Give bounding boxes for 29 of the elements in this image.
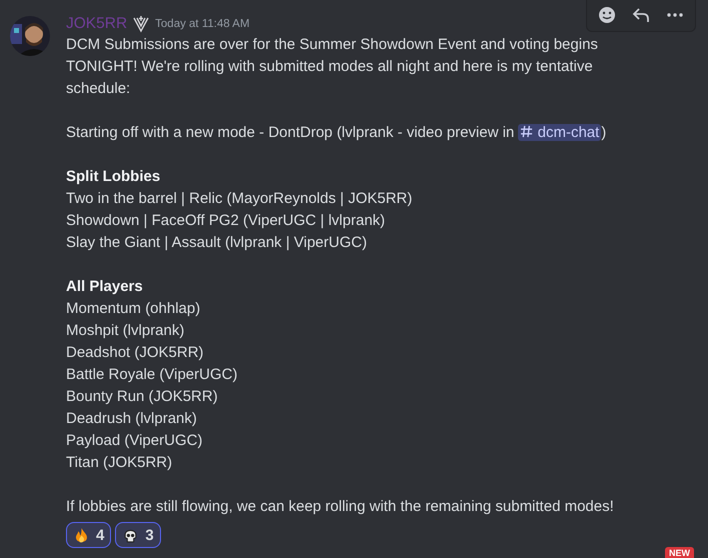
chevron-badge-icon xyxy=(133,15,150,33)
message-text: Two in the barrel | Relic (MayorReynolds | JOK5RR) xyxy=(66,189,414,209)
message-text: TONIGHT! We're rolling with submitted modes all night and here is my tentative xyxy=(66,57,594,77)
message-text: Momentum (ohhlap) xyxy=(66,299,202,319)
message-text: Moshpit (lvlprank) xyxy=(66,321,186,341)
message-text: Starting off with a new mode - DontDrop (lvlprank - video preview in xyxy=(66,124,514,141)
reaction-button[interactable]: 4 xyxy=(66,522,112,548)
message-text: Deadrush (lvlprank) xyxy=(66,409,198,429)
section-heading: Split Lobbies xyxy=(66,167,162,187)
reaction-button[interactable]: 3 xyxy=(115,522,161,548)
fire-icon xyxy=(73,526,90,544)
hash-icon xyxy=(520,125,534,138)
smiley-icon[interactable] xyxy=(597,5,617,25)
new-badge: NEW xyxy=(665,547,694,558)
message-text: Payload (ViperUGC) xyxy=(66,431,204,451)
avatar-icon[interactable] xyxy=(10,16,50,56)
message-text: ) xyxy=(601,124,606,141)
message-text: Battle Royale (ViperUGC) xyxy=(66,365,238,385)
message-text: schedule: xyxy=(66,79,132,99)
message-text: DCM Submissions are over for the Summer Showdown Event and voting begins xyxy=(66,35,599,55)
message-text: If lobbies are still flowing, we can keep rolling with the remaining submitted modes! xyxy=(66,497,615,517)
section-heading: All Players xyxy=(66,277,144,297)
message-text: Slay the Giant | Assault (lvlprank | ViperUGC) xyxy=(66,233,368,253)
message-text: Titan (JOK5RR) xyxy=(66,453,174,473)
channel-mention[interactable]: dcm-chat xyxy=(518,124,602,141)
message-text: Showdown | FaceOff PG2 (ViperUGC | lvlprank) xyxy=(66,211,386,231)
message-text: Bounty Run (JOK5RR) xyxy=(66,387,219,407)
timestamp: Today at 11:48 AM xyxy=(155,18,250,30)
message-text: Deadshot (JOK5RR) xyxy=(66,343,205,363)
